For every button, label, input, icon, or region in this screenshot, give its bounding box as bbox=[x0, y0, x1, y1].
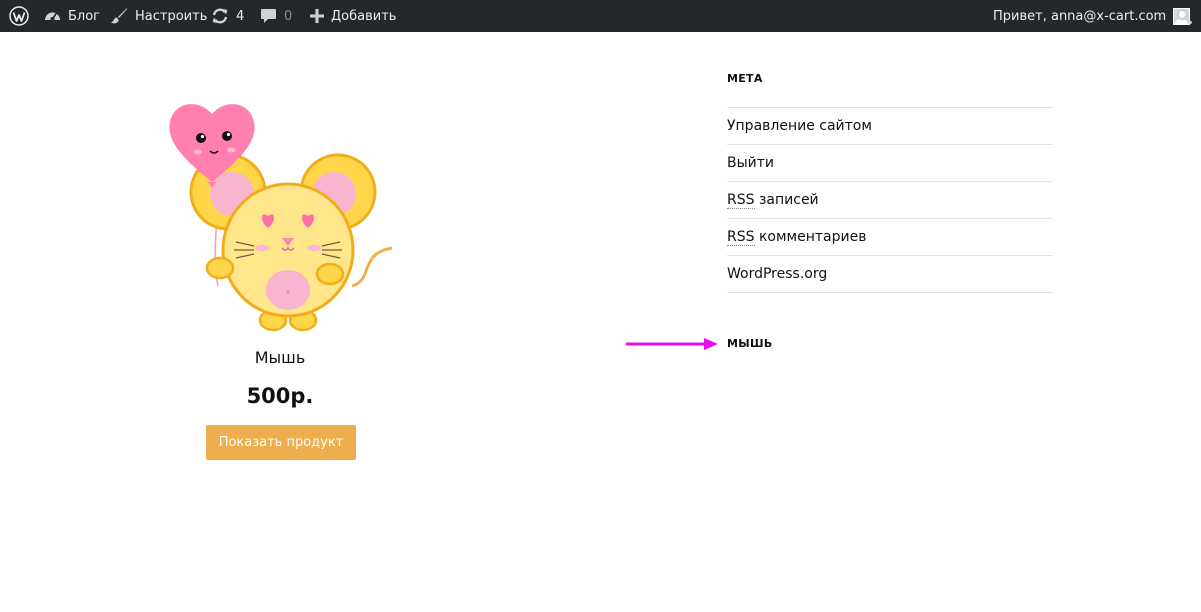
product-name[interactable]: Мышь bbox=[200, 348, 360, 367]
my-account-menu[interactable]: Привет, anna@x-cart.com bbox=[993, 0, 1191, 32]
entries-rss-link[interactable]: RSS записей bbox=[727, 192, 819, 209]
new-content-menu[interactable]: Добавить bbox=[310, 0, 396, 32]
list-item: WordPress.org bbox=[727, 255, 1053, 293]
speech-bubble-icon bbox=[261, 9, 276, 23]
wordpress-org-link[interactable]: WordPress.org bbox=[727, 266, 827, 282]
blog-menu[interactable]: Блог bbox=[44, 0, 100, 32]
list-item: Выйти bbox=[727, 144, 1053, 181]
rss-abbr: RSS bbox=[727, 229, 755, 246]
product-image[interactable] bbox=[162, 96, 398, 336]
updates-count: 4 bbox=[236, 8, 245, 24]
comments-rss-text: комментариев bbox=[754, 229, 867, 245]
refresh-icon bbox=[212, 8, 228, 24]
comments-count: 0 bbox=[284, 8, 293, 24]
comments-rss-link[interactable]: RSS комментариев bbox=[727, 229, 867, 246]
admin-bar: Блог Настроить 4 0 Добавить Привет, anna… bbox=[0, 0, 1201, 32]
list-item: RSS комментариев bbox=[727, 218, 1053, 255]
show-product-button[interactable]: Показать продукт bbox=[206, 425, 356, 460]
wordpress-logo-icon[interactable] bbox=[9, 0, 29, 32]
site-admin-link[interactable]: Управление сайтом bbox=[727, 118, 872, 134]
search-icon[interactable] bbox=[1176, 0, 1192, 32]
new-content-label: Добавить bbox=[331, 8, 397, 24]
paintbrush-icon bbox=[111, 8, 127, 24]
list-item: RSS записей bbox=[727, 181, 1053, 218]
entries-rss-text: записей bbox=[754, 192, 819, 208]
customize-label: Настроить bbox=[135, 8, 208, 24]
list-item: Управление сайтом bbox=[727, 107, 1053, 144]
customize-menu[interactable]: Настроить bbox=[110, 0, 207, 32]
rss-abbr: RSS bbox=[727, 192, 755, 209]
meta-list: Управление сайтом Выйти RSS записей RSS … bbox=[727, 107, 1053, 293]
blog-label: Блог bbox=[68, 8, 101, 24]
logout-link[interactable]: Выйти bbox=[727, 155, 774, 171]
updates-menu[interactable]: 4 bbox=[211, 0, 244, 32]
comments-menu[interactable]: 0 bbox=[260, 0, 292, 32]
plus-icon bbox=[310, 9, 324, 23]
arrow-right-icon bbox=[626, 338, 718, 350]
mouse-widget-title: МЫШЬ bbox=[727, 337, 773, 350]
greeting-text: Привет, anna@x-cart.com bbox=[993, 8, 1167, 24]
meta-widget-title: МЕТА bbox=[727, 72, 763, 85]
product-price: 500р. bbox=[246, 384, 314, 408]
dashboard-gauge-icon bbox=[45, 12, 60, 21]
